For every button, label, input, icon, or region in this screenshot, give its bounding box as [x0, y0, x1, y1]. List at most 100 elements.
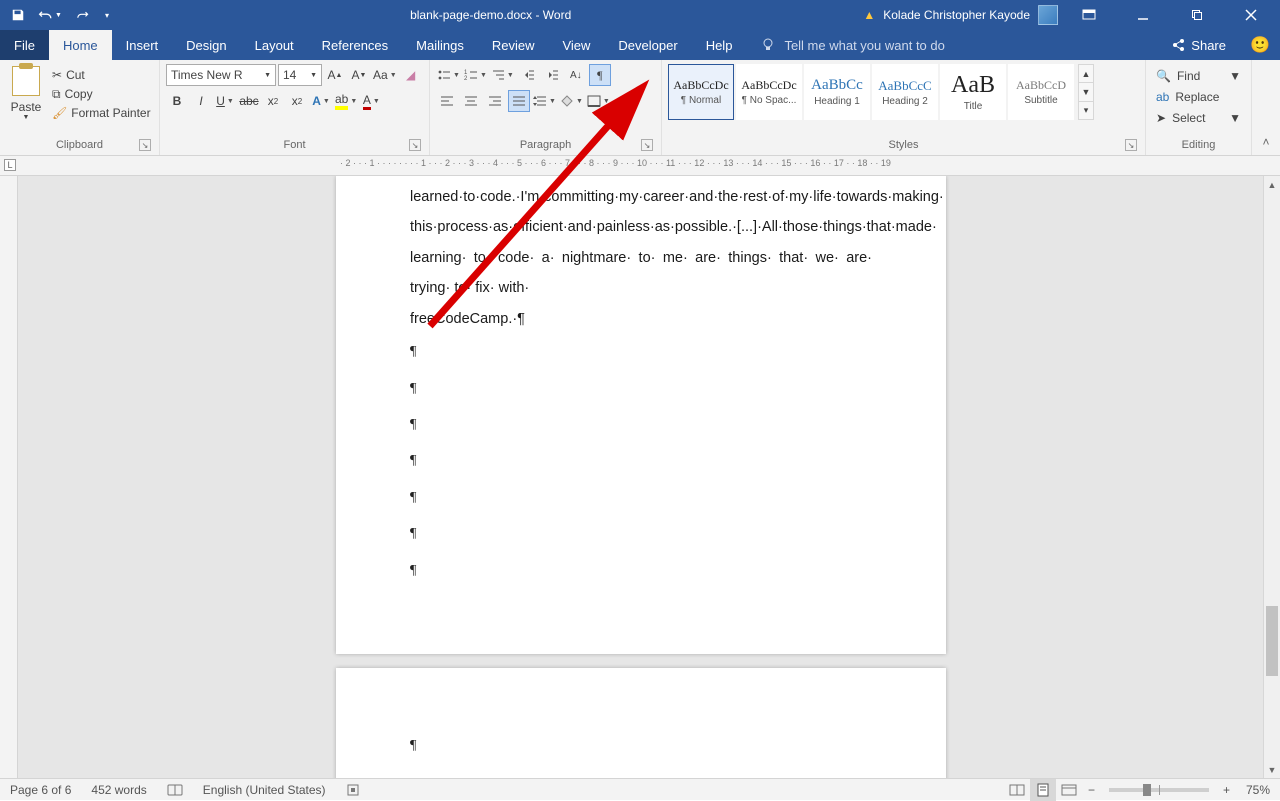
- style-tile---normal[interactable]: AaBbCcDc¶ Normal: [668, 64, 734, 120]
- web-layout-button[interactable]: [1056, 779, 1082, 801]
- paragraph-mark[interactable]: ¶: [336, 728, 946, 764]
- subscript-button[interactable]: x2: [262, 90, 284, 112]
- horizontal-ruler[interactable]: L · 2 · · · 1 · · · · · · · · 1 · · · 2 …: [0, 156, 1280, 176]
- scroll-thumb[interactable]: [1266, 606, 1278, 676]
- font-dialog-launcher[interactable]: ↘: [409, 139, 421, 151]
- zoom-slider[interactable]: [1109, 788, 1209, 792]
- avatar[interactable]: [1038, 5, 1058, 25]
- tab-help[interactable]: Help: [692, 30, 747, 60]
- paragraph-mark[interactable]: ¶: [336, 334, 946, 370]
- tab-references[interactable]: References: [308, 30, 402, 60]
- tab-selector[interactable]: L: [4, 159, 16, 171]
- print-layout-button[interactable]: [1030, 779, 1056, 801]
- tab-view[interactable]: View: [548, 30, 604, 60]
- maximize-button[interactable]: [1174, 0, 1220, 30]
- zoom-level[interactable]: 75%: [1236, 779, 1280, 800]
- clear-formatting-button[interactable]: ◢: [400, 64, 422, 86]
- paragraph-mark[interactable]: ¶: [336, 553, 946, 589]
- tab-mailings[interactable]: Mailings: [402, 30, 478, 60]
- tab-home[interactable]: Home: [49, 30, 112, 60]
- style-tile---no-spac---[interactable]: AaBbCcDc¶ No Spac...: [736, 64, 802, 120]
- paragraph-mark[interactable]: ¶: [336, 407, 946, 443]
- numbering-button[interactable]: 12▼: [463, 64, 488, 86]
- change-case-button[interactable]: Aa▼: [372, 64, 398, 86]
- paragraph-mark[interactable]: ¶: [336, 443, 946, 479]
- align-right-button[interactable]: [484, 90, 506, 112]
- tab-review[interactable]: Review: [478, 30, 549, 60]
- page-7[interactable]: ¶: [336, 668, 946, 778]
- bullets-button[interactable]: ▼: [436, 64, 461, 86]
- font-name-combo[interactable]: Times New R▼: [166, 64, 276, 86]
- tab-design[interactable]: Design: [172, 30, 240, 60]
- style-tile-title[interactable]: AaBTitle: [940, 64, 1006, 120]
- feedback-smile-icon[interactable]: 🙂: [1240, 30, 1280, 60]
- style-tile-subtitle[interactable]: AaBbCcDSubtitle: [1008, 64, 1074, 120]
- align-left-button[interactable]: [436, 90, 458, 112]
- font-size-combo[interactable]: 14▼: [278, 64, 322, 86]
- paste-button[interactable]: Paste ▼: [6, 64, 46, 137]
- tab-file[interactable]: File: [0, 30, 49, 60]
- paragraph-mark[interactable]: ¶: [336, 480, 946, 516]
- page-number-status[interactable]: Page 6 of 6: [0, 779, 81, 800]
- scroll-down[interactable]: ▼: [1264, 761, 1280, 778]
- grow-font-button[interactable]: A▲: [324, 64, 346, 86]
- document-text-line[interactable]: learning· to· code· a· nightmare· to· me…: [410, 243, 872, 304]
- share-button[interactable]: Share: [1157, 30, 1240, 60]
- vertical-scrollbar[interactable]: ▲ ▼: [1263, 176, 1280, 778]
- line-spacing-button[interactable]: ▼: [532, 90, 557, 112]
- replace-button[interactable]: abReplace: [1152, 87, 1245, 107]
- styles-gallery-nav[interactable]: ▲ ▼ ▾: [1078, 64, 1094, 120]
- tab-insert[interactable]: Insert: [112, 30, 173, 60]
- tab-layout[interactable]: Layout: [241, 30, 308, 60]
- borders-button[interactable]: ▼: [586, 90, 611, 112]
- style-tile-heading-2[interactable]: AaBbCcCHeading 2: [872, 64, 938, 120]
- zoom-out-button[interactable]: −: [1082, 779, 1101, 800]
- highlight-button[interactable]: ab▼: [334, 90, 358, 112]
- bold-button[interactable]: B: [166, 90, 188, 112]
- sort-button[interactable]: A↓: [565, 64, 587, 86]
- increase-indent-button[interactable]: [541, 64, 563, 86]
- save-button[interactable]: [4, 3, 32, 27]
- italic-button[interactable]: I: [190, 90, 212, 112]
- text-effects-button[interactable]: A▼: [310, 90, 332, 112]
- select-button[interactable]: ➤Select▼: [1152, 108, 1245, 128]
- paragraph-dialog-launcher[interactable]: ↘: [641, 139, 653, 151]
- tab-developer[interactable]: Developer: [604, 30, 691, 60]
- paragraph-mark[interactable]: ¶: [336, 371, 946, 407]
- multilevel-list-button[interactable]: ▼: [490, 64, 515, 86]
- font-color-button[interactable]: A▼: [360, 90, 382, 112]
- close-button[interactable]: [1228, 0, 1274, 30]
- show-hide-paragraph-button[interactable]: ¶: [589, 64, 611, 86]
- underline-button[interactable]: U▼: [214, 90, 236, 112]
- undo-button[interactable]: ▼: [36, 3, 64, 27]
- collapse-ribbon-button[interactable]: ˄: [1252, 60, 1280, 155]
- document-text-line[interactable]: learned·to·code.·I'm·committing·my·caree…: [410, 182, 872, 212]
- minimize-button[interactable]: [1120, 0, 1166, 30]
- document-text-line[interactable]: freeCodeCamp.·¶: [410, 304, 872, 334]
- document-text-line[interactable]: this·process·as·efficient·and·painless·a…: [410, 212, 872, 242]
- styles-dialog-launcher[interactable]: ↘: [1125, 139, 1137, 151]
- decrease-indent-button[interactable]: [517, 64, 539, 86]
- find-button[interactable]: 🔍Find▼: [1152, 66, 1245, 86]
- gallery-more[interactable]: ▾: [1079, 102, 1093, 119]
- zoom-in-button[interactable]: +: [1217, 779, 1236, 800]
- strikethrough-button[interactable]: abc: [238, 90, 260, 112]
- ribbon-display-options[interactable]: [1066, 0, 1112, 30]
- style-tile-heading-1[interactable]: AaBbCcHeading 1: [804, 64, 870, 120]
- scroll-up[interactable]: ▲: [1264, 176, 1280, 193]
- spellcheck-status[interactable]: [157, 779, 193, 800]
- shrink-font-button[interactable]: A▼: [348, 64, 370, 86]
- gallery-up[interactable]: ▲: [1079, 65, 1093, 83]
- tell-me-search[interactable]: Tell me what you want to do: [746, 30, 958, 60]
- copy-button[interactable]: ⧉Copy: [50, 85, 153, 103]
- macro-status[interactable]: [336, 779, 370, 800]
- paragraph-mark[interactable]: ¶: [336, 516, 946, 552]
- redo-button[interactable]: [68, 3, 96, 27]
- gallery-down[interactable]: ▼: [1079, 83, 1093, 101]
- clipboard-dialog-launcher[interactable]: ↘: [139, 139, 151, 151]
- shading-button[interactable]: ▼: [559, 90, 584, 112]
- justify-button[interactable]: [508, 90, 530, 112]
- qat-customize[interactable]: ▾: [100, 3, 114, 27]
- word-count-status[interactable]: 452 words: [81, 779, 156, 800]
- language-status[interactable]: English (United States): [193, 779, 336, 800]
